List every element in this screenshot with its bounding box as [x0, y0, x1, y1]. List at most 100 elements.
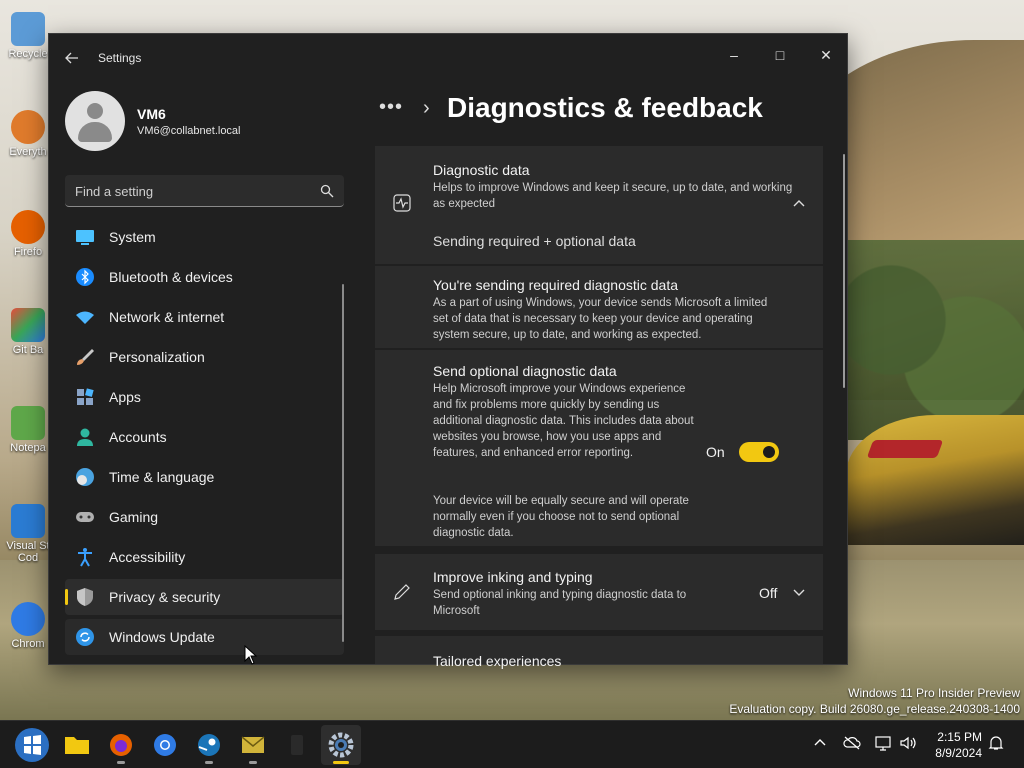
settings-window: Settings – □ ✕ VM6 VM6@collabnet.local S…	[48, 33, 848, 669]
desktop-icon-label: Visual St Cod	[6, 540, 50, 564]
sidebar-item-personalization[interactable]: Personalization	[65, 339, 344, 375]
improve-inking-desc: Send optional inking and typing diagnost…	[433, 589, 687, 617]
tray-volume[interactable]	[898, 735, 918, 755]
sidebar-item-label: Apps	[109, 389, 141, 405]
taskbar-settings[interactable]	[321, 725, 361, 765]
taskbar-terminal[interactable]	[277, 725, 317, 765]
notifications-button[interactable]	[986, 735, 1006, 755]
sidebar-item-gaming[interactable]: Gaming	[65, 499, 344, 535]
desktop-icon-label: Chrom	[11, 638, 45, 650]
optional-data-desc: Help Microsoft improve your Windows expe…	[433, 383, 694, 459]
clock-time: 2:15 PM	[937, 730, 982, 744]
chrome-icon	[154, 734, 176, 756]
sidebar-item-label: Personalization	[109, 349, 205, 365]
sidebar-item-label: Windows Update	[109, 629, 215, 645]
chevron-up-icon[interactable]	[792, 198, 806, 208]
apps-icon	[77, 388, 94, 405]
diagnostic-data-desc: Helps to improve Windows and keep it sec…	[433, 182, 793, 210]
mail-icon	[241, 736, 265, 753]
desktop-icon-everything[interactable]: Everyth	[6, 110, 50, 158]
search-input[interactable]	[75, 182, 305, 200]
chrome-icon	[11, 602, 45, 636]
minimize-button[interactable]: –	[711, 40, 757, 70]
back-button[interactable]	[61, 48, 83, 68]
taskbar-file-explorer[interactable]	[57, 725, 97, 765]
tray-cloud-off[interactable]	[842, 735, 862, 755]
desktop-icon-chrome[interactable]: Chrom	[6, 602, 50, 650]
watermark-line-1: Windows 11 Pro Insider Preview	[848, 686, 1020, 700]
pen-icon	[394, 584, 410, 600]
required-data-desc: As a part of using Windows, your device …	[433, 297, 768, 341]
chevron-up-icon	[814, 739, 826, 746]
desktop-icon-label: Firefo	[13, 246, 43, 258]
bell-icon	[988, 736, 1004, 750]
optional-data-note: Your device will be equally secure and w…	[433, 495, 689, 539]
taskbar-clock[interactable]: 2:15 PM 8/9/2024	[935, 729, 982, 761]
title-bar[interactable]: Settings – □ ✕	[49, 34, 847, 82]
desktop-car-light	[866, 440, 944, 458]
sidebar-item-windows-update[interactable]: Windows Update	[65, 619, 344, 655]
improve-inking-row[interactable]: Improve inking and typing Send optional …	[375, 554, 823, 630]
mouse-cursor-icon	[244, 645, 258, 665]
sidebar-item-label: Time & language	[109, 469, 215, 485]
show-hidden-icons-button[interactable]	[810, 735, 830, 755]
avatar[interactable]	[65, 91, 125, 151]
sidebar-item-system[interactable]: System	[65, 219, 344, 255]
taskbar-mail[interactable]	[233, 725, 273, 765]
network-icon	[875, 736, 891, 751]
sidebar-item-bluetooth[interactable]: Bluetooth & devices	[65, 259, 344, 295]
desktop-car	[846, 415, 1024, 545]
required-data-title: You're sending required diagnostic data	[433, 277, 678, 293]
breadcrumb-more-button[interactable]: •••	[379, 96, 403, 119]
sidebar-item-label: System	[109, 229, 156, 245]
search-icon	[11, 110, 45, 144]
desktop-icon-label: Everyth	[9, 146, 47, 158]
person-icon	[77, 428, 93, 446]
cloud-off-icon	[843, 736, 861, 750]
close-button[interactable]: ✕	[803, 40, 849, 70]
monitor-icon	[76, 230, 94, 245]
sidebar-item-accounts[interactable]: Accounts	[65, 419, 344, 455]
sidebar-scrollbar[interactable]	[342, 284, 344, 642]
desktop-icon-recycle-bin[interactable]: Recycle	[6, 12, 50, 60]
settings-icon	[328, 732, 354, 758]
search-box[interactable]	[65, 175, 344, 207]
desktop-icon-firefox[interactable]: Firefo	[6, 210, 50, 258]
optional-data-toggle[interactable]	[739, 442, 779, 462]
taskbar-firefox[interactable]	[101, 725, 141, 765]
sidebar-item-accessibility[interactable]: Accessibility	[65, 539, 344, 575]
activity-icon	[393, 194, 411, 212]
required-data-row: You're sending required diagnostic data …	[375, 266, 823, 348]
sidebar-item-label: Gaming	[109, 509, 159, 525]
firefox-icon	[110, 734, 132, 756]
sidebar-item-label: Network & internet	[109, 309, 225, 325]
desktop-icon-label: Git Ba	[12, 344, 44, 356]
desktop-icon-vscode[interactable]: Visual St Cod	[6, 504, 50, 564]
sidebar-item-time-language[interactable]: Time & language	[65, 459, 344, 495]
desktop-icon-git-bash[interactable]: Git Ba	[6, 308, 50, 356]
sidebar-item-apps[interactable]: Apps	[65, 379, 344, 415]
terminal-icon	[291, 735, 303, 755]
optional-data-row: Send optional diagnostic data Help Micro…	[375, 350, 823, 546]
running-indicator	[205, 761, 213, 764]
controller-icon	[76, 512, 94, 522]
bluetooth-icon	[76, 268, 94, 286]
tailored-experiences-row[interactable]: Tailored experiences	[375, 636, 823, 669]
desktop-icon-notepad[interactable]: Notepa	[6, 406, 50, 454]
sidebar-item-network[interactable]: Network & internet	[65, 299, 344, 335]
taskbar-chrome[interactable]	[145, 725, 185, 765]
search-icon[interactable]	[320, 184, 334, 198]
maximize-button[interactable]: □	[757, 40, 803, 70]
sidebar-item-privacy-security[interactable]: Privacy & security	[65, 579, 344, 615]
taskbar-steam[interactable]	[189, 725, 229, 765]
update-icon	[76, 628, 94, 646]
diagnostic-data-header[interactable]: Diagnostic data Helps to improve Windows…	[375, 146, 823, 264]
watermark-line-2: Evaluation copy. Build 26080.ge_release.…	[729, 702, 1020, 716]
chevron-down-icon[interactable]	[792, 588, 806, 598]
main-scrollbar[interactable]	[843, 154, 845, 388]
start-button[interactable]	[12, 725, 52, 765]
tailored-experiences-title: Tailored experiences	[433, 653, 562, 669]
desktop-icon-label: Notepa	[10, 442, 46, 454]
tray-network[interactable]	[873, 735, 893, 755]
git-bash-icon	[11, 308, 45, 342]
